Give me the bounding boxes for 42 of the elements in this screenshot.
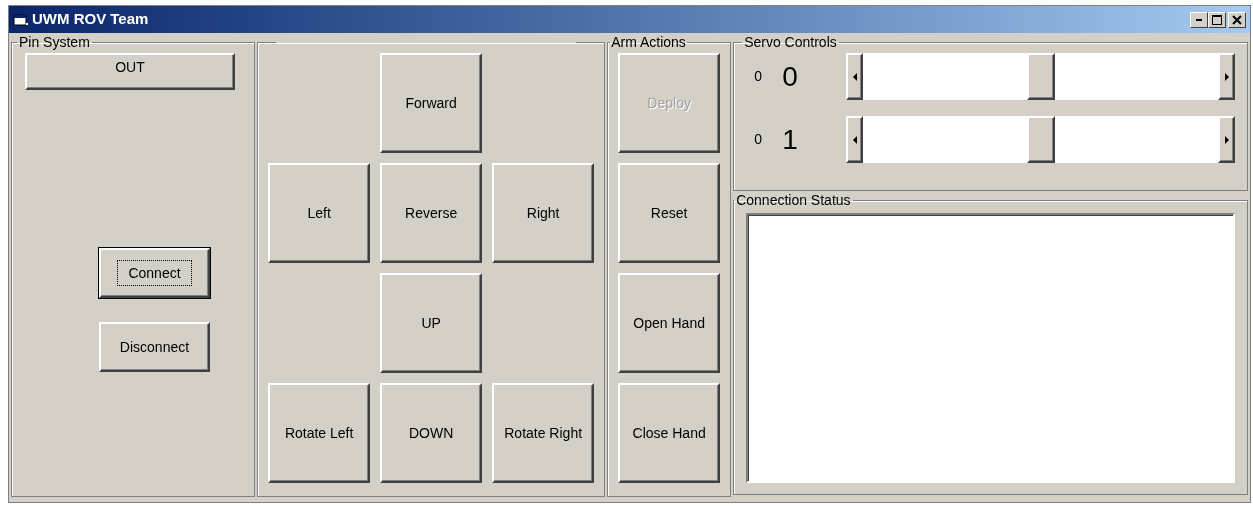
scroll-left-button[interactable]	[846, 116, 864, 163]
maximize-button[interactable]	[1208, 11, 1226, 28]
out-button[interactable]: OUT	[25, 53, 235, 90]
arm-action-button[interactable]: Close Hand	[618, 383, 721, 483]
maximize-icon	[1212, 14, 1222, 25]
servo-scrollbar[interactable]	[846, 53, 1235, 100]
scroll-left-button[interactable]	[846, 53, 864, 100]
minimize-button[interactable]	[1190, 11, 1208, 28]
left-arrow-icon	[852, 72, 857, 81]
right-arrow-icon	[1224, 72, 1229, 81]
direction-button[interactable]: Right	[492, 163, 595, 263]
direction-button[interactable]: UP	[380, 273, 483, 373]
group-title: Pin System	[18, 35, 91, 49]
direction-button[interactable]: Rotate Left	[268, 383, 371, 483]
servo-number: 1	[782, 124, 799, 155]
arm-action-button[interactable]: Reset	[618, 163, 721, 263]
window-icon	[13, 12, 29, 27]
close-button[interactable]	[1228, 11, 1246, 28]
close-icon	[1232, 14, 1242, 25]
servo-number: 0	[782, 61, 799, 92]
scroll-right-button[interactable]	[1218, 116, 1235, 163]
group-title: Connection Status	[735, 193, 852, 207]
group-title: Servo Controls	[743, 35, 838, 49]
servo-scrollbar[interactable]	[846, 116, 1235, 163]
window-title: UWM ROV Team	[32, 9, 149, 30]
direction-button[interactable]: DOWN	[380, 383, 483, 483]
direction-button[interactable]: Left	[268, 163, 371, 263]
disconnect-button[interactable]: Disconnect	[99, 322, 210, 372]
servo-reading: 0	[754, 130, 763, 149]
direction-button[interactable]: Rotate Right	[492, 383, 595, 483]
scrollbar-thumb[interactable]	[1026, 53, 1055, 100]
connect-button[interactable]: Connect	[99, 248, 210, 298]
minimize-icon	[1196, 18, 1202, 21]
scroll-right-button[interactable]	[1218, 53, 1235, 100]
arm-action-button[interactable]: Open Hand	[618, 273, 721, 373]
group-title: Arm Actions	[610, 35, 687, 49]
right-arrow-icon	[1224, 135, 1229, 144]
servo-reading: 0	[754, 67, 763, 86]
scrollbar-thumb[interactable]	[1026, 116, 1055, 163]
direction-button[interactable]: Forward	[380, 53, 483, 153]
direction-button[interactable]: Reverse	[380, 163, 483, 263]
left-arrow-icon	[852, 135, 857, 144]
